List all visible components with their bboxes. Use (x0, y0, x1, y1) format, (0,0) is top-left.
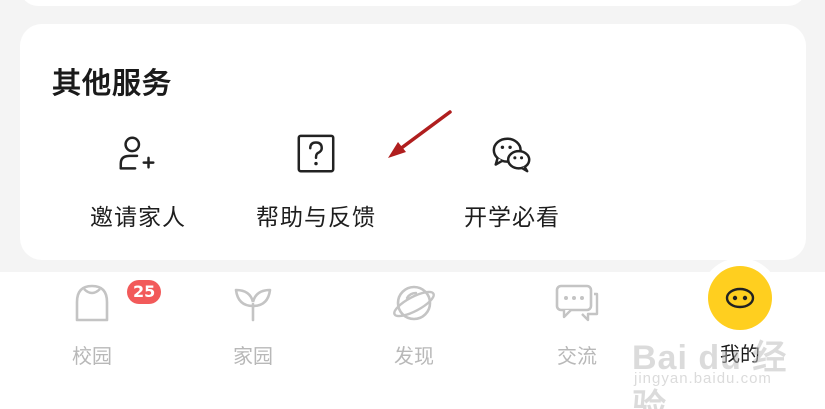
planet-icon (393, 285, 435, 321)
help-feedback-label: 帮助与反馈 (256, 205, 376, 231)
chat-icon (555, 284, 599, 322)
tab-discover[interactable]: 发现 (354, 272, 474, 372)
tab-communicate[interactable]: 交流 (517, 272, 637, 372)
watermark-url-text: jingyan.baidu.com (634, 370, 772, 387)
wechat-icon (492, 137, 531, 173)
help-question-icon (297, 134, 335, 173)
smiley-face-icon[interactable] (708, 266, 772, 330)
invite-family-label: 邀请家人 (90, 205, 186, 231)
campus-icon (75, 284, 109, 322)
school-start-guide-label: 开学必看 (464, 205, 560, 231)
top-card (20, 0, 806, 6)
help-feedback-button[interactable]: 帮助与反馈 (226, 132, 406, 232)
tab-label: 交流 (557, 344, 597, 368)
annotation-arrow (388, 110, 452, 158)
add-person-icon (119, 136, 155, 170)
tab-home[interactable]: 家园 (193, 272, 313, 372)
unread-badge: 25 (127, 280, 162, 304)
baidu-jingyan-watermark: Bai du 经验 jingyan.baidu.com (632, 330, 818, 409)
tab-label: 校园 (72, 344, 112, 368)
section-title: 其他服务 (52, 66, 173, 100)
tab-label: 家园 (233, 344, 273, 368)
face-eyes-icon (725, 287, 755, 309)
invite-family-button[interactable]: 邀请家人 (48, 132, 228, 232)
tab-label: 发现 (394, 344, 434, 368)
leaf-icon (234, 288, 272, 322)
